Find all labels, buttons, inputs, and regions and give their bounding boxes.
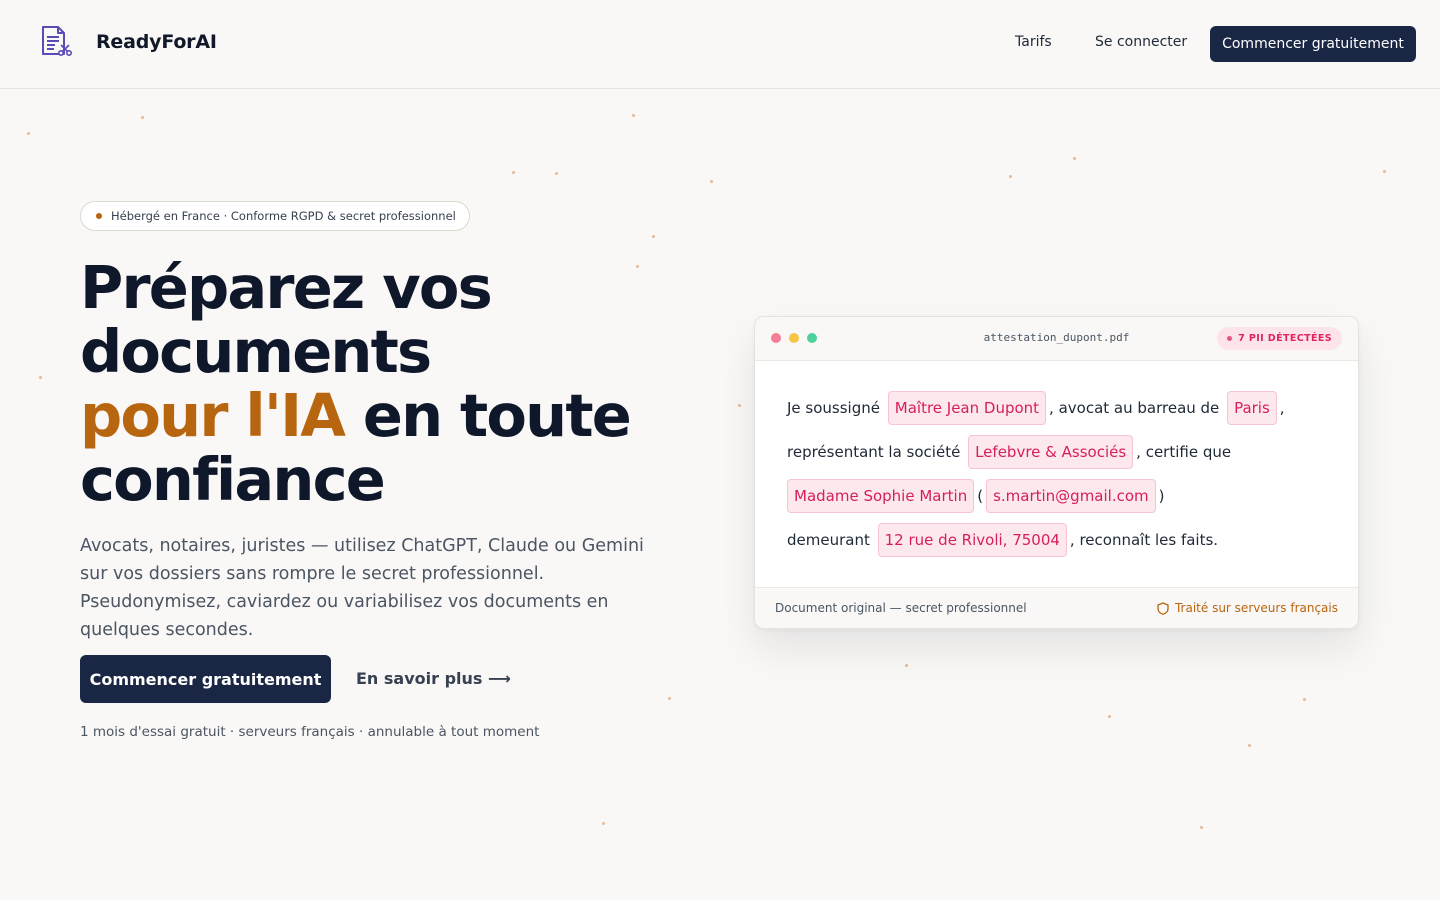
top-navbar: ReadyForAI Tarifs Se connecter Commencer… (0, 0, 1440, 89)
document-text: ( (977, 487, 984, 505)
learn-more-link[interactable]: En savoir plus ⟶ (356, 669, 511, 688)
background-speck (1383, 170, 1386, 173)
hero-title: Préparez vos documents pour l'IA en tout… (80, 256, 680, 512)
pii-highlight: Paris (1227, 391, 1277, 425)
document-line: demeurant 12 rue de Rivoli, 75004 , reco… (787, 523, 1218, 557)
document-text: représentant la société (787, 443, 961, 461)
document-preview-card: attestation_dupont.pdf 7 PII DÉTECTÉES J… (754, 316, 1359, 629)
background-speck (1200, 826, 1203, 829)
card-footer: Document original — secret professionnel… (755, 587, 1358, 628)
background-speck (710, 180, 713, 183)
background-speck (512, 171, 515, 174)
background-speck (738, 404, 741, 407)
pii-highlight: Maître Jean Dupont (887, 391, 1047, 425)
document-text: demeurant (787, 531, 870, 549)
header-signup-button[interactable]: Commencer gratuitement (1210, 26, 1416, 62)
card-titlebar: attestation_dupont.pdf 7 PII DÉTECTÉES (755, 317, 1358, 361)
nav-link-pricing[interactable]: Tarifs (1015, 34, 1052, 50)
document-text: , certifie que (1136, 443, 1232, 461)
pii-badge-label: 7 PII DÉTECTÉES (1238, 333, 1332, 344)
background-speck (555, 172, 558, 175)
brand-name[interactable]: ReadyForAI (96, 31, 217, 53)
pii-count-badge: 7 PII DÉTECTÉES (1217, 327, 1342, 350)
start-free-button[interactable]: Commencer gratuitement (80, 655, 331, 703)
document-line: Je soussigné Maître Jean Dupont , avocat… (787, 391, 1285, 425)
document-text: Je soussigné (787, 399, 880, 417)
background-speck (39, 376, 42, 379)
nav-link-login[interactable]: Se connecter (1095, 34, 1187, 50)
pii-highlight: Madame Sophie Martin (787, 479, 975, 513)
background-speck (1303, 698, 1306, 701)
shield-icon (1157, 601, 1169, 615)
hero-description: Avocats, notaires, juristes — utilisez C… (80, 536, 644, 640)
document-scissors-icon[interactable] (38, 24, 74, 60)
document-text: , avocat au barreau de (1049, 399, 1220, 417)
document-text: , reconnaît les faits. (1069, 531, 1219, 549)
background-speck (602, 822, 605, 825)
document-origin-label: Document original — secret professionnel (775, 601, 1027, 615)
background-speck (1108, 715, 1111, 718)
background-speck (652, 235, 655, 238)
trial-fine-print: 1 mois d'essai gratuit · serveurs frança… (80, 724, 540, 740)
background-speck (632, 114, 635, 117)
document-line: Madame Sophie Martin ( s.martin@gmail.co… (784, 479, 1165, 513)
document-text: ) (1158, 487, 1165, 505)
server-location-label: Traité sur serveurs français (1157, 601, 1338, 615)
background-speck (905, 664, 908, 667)
pii-badge-dot (1227, 336, 1233, 341)
pii-highlight: Lefebvre & Associés (968, 435, 1134, 469)
hero-title-accent: pour l'IA (80, 381, 346, 450)
status-dot (96, 213, 102, 219)
document-line: représentant la société Lefebvre & Assoc… (787, 435, 1231, 469)
hero-title-line: Préparez vos (80, 253, 493, 322)
document-text: , (1279, 399, 1285, 417)
hosting-compliance-badge: Hébergé en France · Conforme RGPD & secr… (80, 201, 470, 231)
background-speck (1009, 175, 1012, 178)
pii-highlight: s.martin@gmail.com (986, 479, 1156, 513)
background-speck (141, 116, 144, 119)
hero-title-line: documents (80, 317, 432, 386)
pii-highlight: 12 rue de Rivoli, 75004 (877, 523, 1067, 557)
hero-title-line: confiance (80, 445, 386, 514)
background-speck (668, 697, 671, 700)
background-speck (1248, 744, 1251, 747)
hero-title-line: en toute (344, 381, 632, 450)
server-location-text: Traité sur serveurs français (1174, 601, 1338, 615)
background-speck (27, 132, 30, 135)
background-speck (1073, 157, 1076, 160)
badge-text: Hébergé en France · Conforme RGPD & secr… (111, 209, 456, 223)
